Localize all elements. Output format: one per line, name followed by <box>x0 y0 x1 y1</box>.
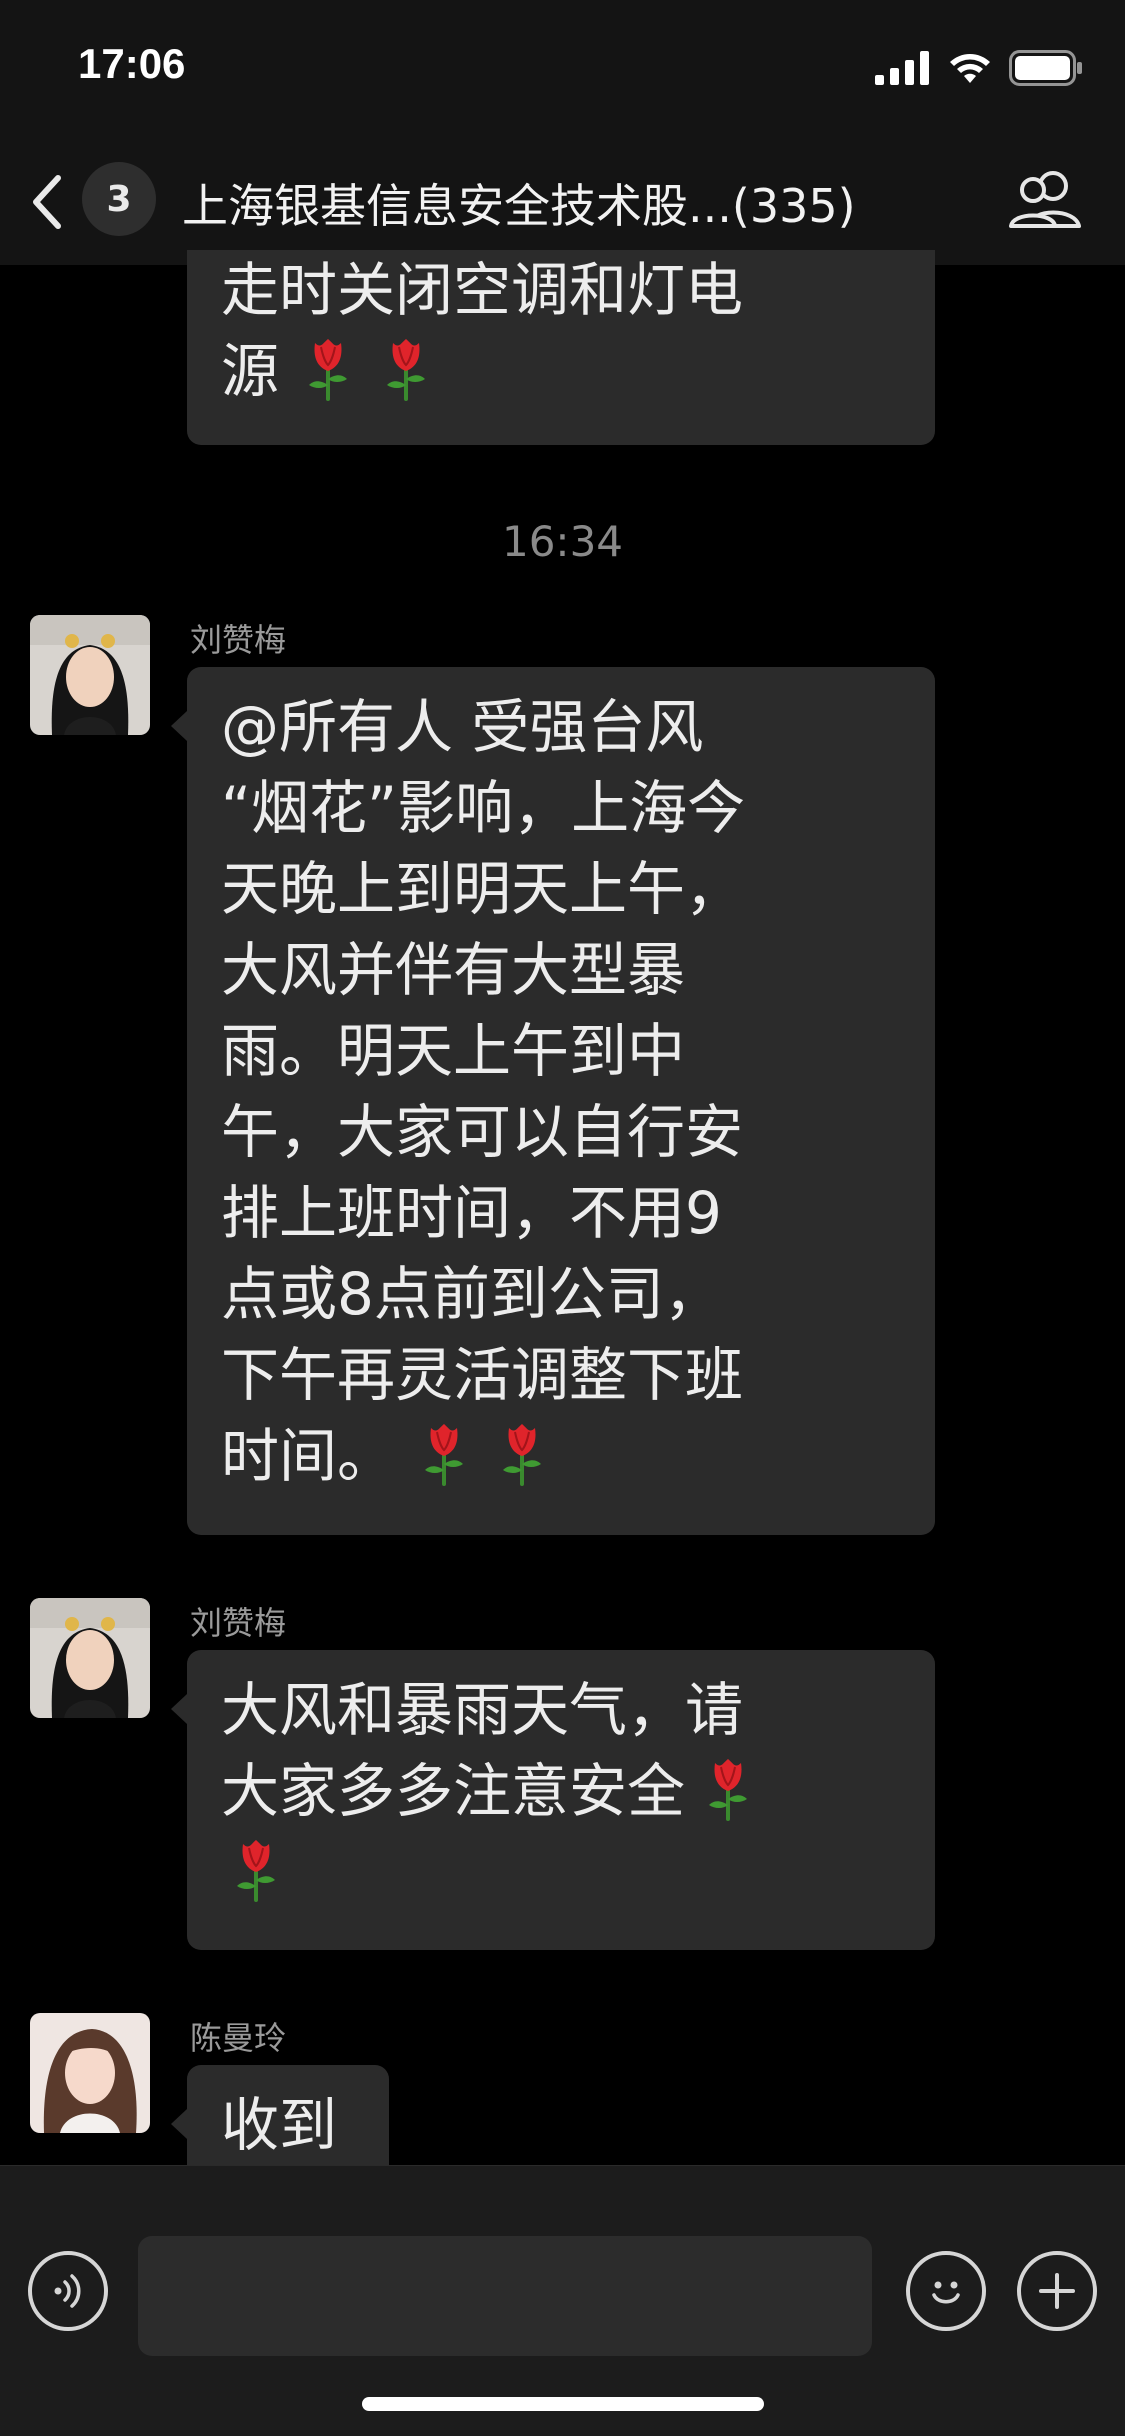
message-text-line: 下午再灵活调整下班 <box>221 1341 744 1409</box>
message-text-line: 天晚上到明天上午， <box>221 855 744 923</box>
plus-icon <box>1039 2273 1075 2309</box>
message-text-line: 时间。 <box>221 1416 901 1497</box>
message-text-line: 源 <box>221 331 901 412</box>
status-time: 17:06 <box>78 40 186 87</box>
message-text-line: 雨。明天上午到中 <box>221 1017 686 1085</box>
avatar[interactable] <box>30 2013 150 2133</box>
rose-emoji <box>307 337 350 401</box>
rose-emoji <box>235 1838 277 1902</box>
home-indicator <box>362 2397 764 2411</box>
voice-icon <box>54 2274 81 2308</box>
avatar[interactable] <box>30 615 150 735</box>
members-icon[interactable] <box>1005 168 1085 232</box>
chat-title: 上海银基信息安全技术股...(335) <box>182 179 856 233</box>
signal-icon <box>875 51 929 85</box>
rose-emoji <box>385 337 428 401</box>
wifi-icon <box>950 54 990 83</box>
message-text-line: 点或8点前到公司， <box>221 1260 722 1328</box>
rose-emoji <box>501 1422 544 1486</box>
back-chevron-icon[interactable] <box>22 170 72 234</box>
plus-button[interactable] <box>1017 2251 1097 2331</box>
message-text-line: 大风和暴雨天气，请 <box>221 1676 744 1744</box>
chat-screen: 17:06 3 上海银基信息安全技术股...(335) 走时关闭空调和灯电 源 … <box>0 0 1125 2436</box>
voice-button[interactable] <box>28 2251 108 2331</box>
unread-count-badge[interactable]: 3 <box>82 162 156 236</box>
battery-icon <box>1009 50 1082 86</box>
message-text-line: 午，大家可以自行安 <box>221 1098 744 1166</box>
message-text-line: 收到 <box>221 2091 338 2159</box>
emoji-button[interactable] <box>906 2251 986 2331</box>
input-bar <box>0 2165 1125 2436</box>
sender-name: 刘赞梅 <box>190 1604 287 1642</box>
message-text-line: 排上班时间，不用9 <box>221 1179 722 1247</box>
rose-emoji <box>423 1422 466 1486</box>
avatar[interactable] <box>30 1598 150 1718</box>
status-bar: 17:06 <box>0 0 1125 140</box>
message-bubble[interactable]: 大风和暴雨天气，请 大家多多注意安全 <box>171 1650 935 1950</box>
message-input[interactable] <box>138 2236 872 2356</box>
message-bubble[interactable]: @所有人 受强台风 “烟花”影响，上海今 天晚上到明天上午， 大风并伴有大型暴 … <box>171 667 935 1535</box>
status-icons <box>875 48 1083 88</box>
message-text-line <box>221 1832 901 1913</box>
message-text-line: “烟花”影响，上海今 <box>221 774 746 842</box>
message-text-line: 大家多多注意安全 <box>221 1751 901 1832</box>
rose-emoji <box>707 1757 750 1821</box>
emoji-icon <box>932 2281 960 2304</box>
message-bubble[interactable]: 走时关闭空调和灯电 源 <box>187 250 935 445</box>
time-divider: 16:34 <box>501 517 624 566</box>
message-text-line: 大风并伴有大型暴 <box>221 936 686 1004</box>
message-text-line: @所有人 受强台风 <box>221 693 704 761</box>
message-text-line: 走时关闭空调和灯电 <box>221 256 744 324</box>
sender-name: 刘赞梅 <box>190 621 287 659</box>
sender-name: 陈曼玲 <box>190 2019 287 2057</box>
